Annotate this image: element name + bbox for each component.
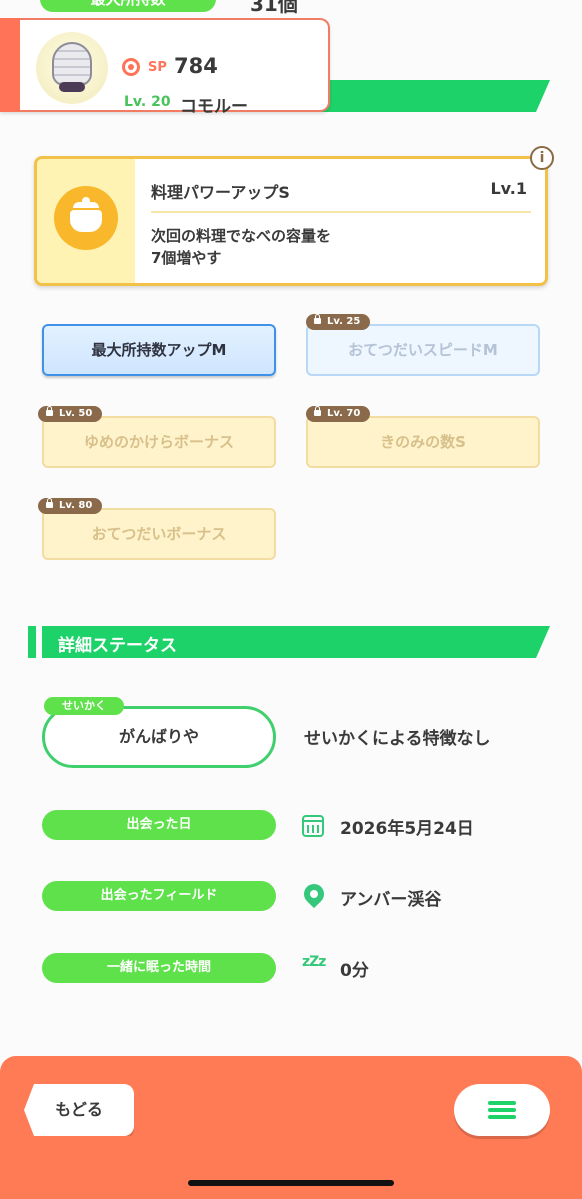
card-accent-strip <box>0 18 20 112</box>
max-inventory-value: 31個 <box>250 0 298 16</box>
main-skill-card[interactable]: 料理パワーアップS Lv.1 次回の料理でなべの容量を 7個増やす <box>34 156 548 286</box>
pokemon-name: コモルー <box>180 97 248 117</box>
slept-time-label: 一緒に眠った時間 <box>42 953 276 983</box>
pokemon-eyes-graphic <box>59 82 85 92</box>
pokemon-card[interactable]: SP 784 Lv. 20 コモルー <box>0 18 330 117</box>
pokeball-icon <box>122 58 140 76</box>
lock-badge-lv80: Lv. 80 <box>38 498 103 514</box>
max-inventory-label: 最大所持数 <box>40 0 216 12</box>
sub-skill-berry-count[interactable]: きのみの数S <box>306 416 540 468</box>
calendar-icon <box>302 815 324 837</box>
menu-button[interactable] <box>454 1084 550 1136</box>
home-indicator[interactable] <box>188 1180 394 1186</box>
back-button[interactable]: もどる <box>24 1084 134 1136</box>
main-skill-name: 料理パワーアップS <box>151 183 290 202</box>
lock-badge-level: Lv. 25 <box>327 316 361 327</box>
info-icon[interactable]: i <box>530 146 554 170</box>
pokemon-avatar <box>36 32 108 104</box>
sp-value: 784 <box>174 54 218 78</box>
location-pin-icon <box>299 879 329 909</box>
nature-description: せいかくによる特徴なし <box>304 729 491 749</box>
lock-icon <box>46 406 53 416</box>
menu-icon-line <box>488 1115 516 1119</box>
lock-icon <box>46 498 53 508</box>
met-date-value: 2026年5月24日 <box>340 819 474 839</box>
pokemon-shell-graphic <box>52 42 92 86</box>
sub-skill-help-bonus[interactable]: おてつだいボーナス <box>42 508 276 560</box>
met-field-label: 出会ったフィールド <box>42 881 276 911</box>
lock-badge-level: Lv. 70 <box>327 408 361 419</box>
pokemon-level: Lv. 20 <box>124 94 171 110</box>
sleep-zzz-icon: zZz <box>302 954 326 970</box>
lock-icon <box>314 406 321 416</box>
skill-divider <box>151 211 531 213</box>
sub-skill-help-speed[interactable]: おてつだいスピードM <box>306 324 540 376</box>
skill-icon-panel <box>37 159 135 283</box>
lock-badge-level: Lv. 80 <box>59 500 93 511</box>
cooking-pot-icon <box>54 186 118 250</box>
menu-icon-line <box>488 1108 516 1112</box>
slept-time-value: 0分 <box>340 961 369 981</box>
main-skill-level: Lv.1 <box>490 179 527 198</box>
sub-skill-max-inventory[interactable]: 最大所持数アップM <box>42 324 276 376</box>
lock-badge-lv70: Lv. 70 <box>306 406 371 422</box>
details-section-title: 詳細ステータス <box>58 636 177 656</box>
met-date-label: 出会った日 <box>42 810 276 840</box>
lock-badge-lv25-overlay: Lv. 25 <box>306 314 371 330</box>
nature-tag: せいかく <box>44 697 124 715</box>
main-skill-description: 次回の料理でなべの容量を 7個増やす <box>151 227 332 267</box>
menu-icon <box>488 1101 516 1105</box>
met-field-value: アンバー渓谷 <box>340 890 442 910</box>
sub-skill-dream-shard-bonus[interactable]: ゆめのかけらボーナス <box>42 416 276 468</box>
sp-label: SP <box>148 60 167 75</box>
nature-box: がんばりや <box>42 706 276 768</box>
lock-badge-lv50: Lv. 50 <box>38 406 103 422</box>
lock-badge-level: Lv. 50 <box>59 408 93 419</box>
lock-icon <box>314 314 321 324</box>
